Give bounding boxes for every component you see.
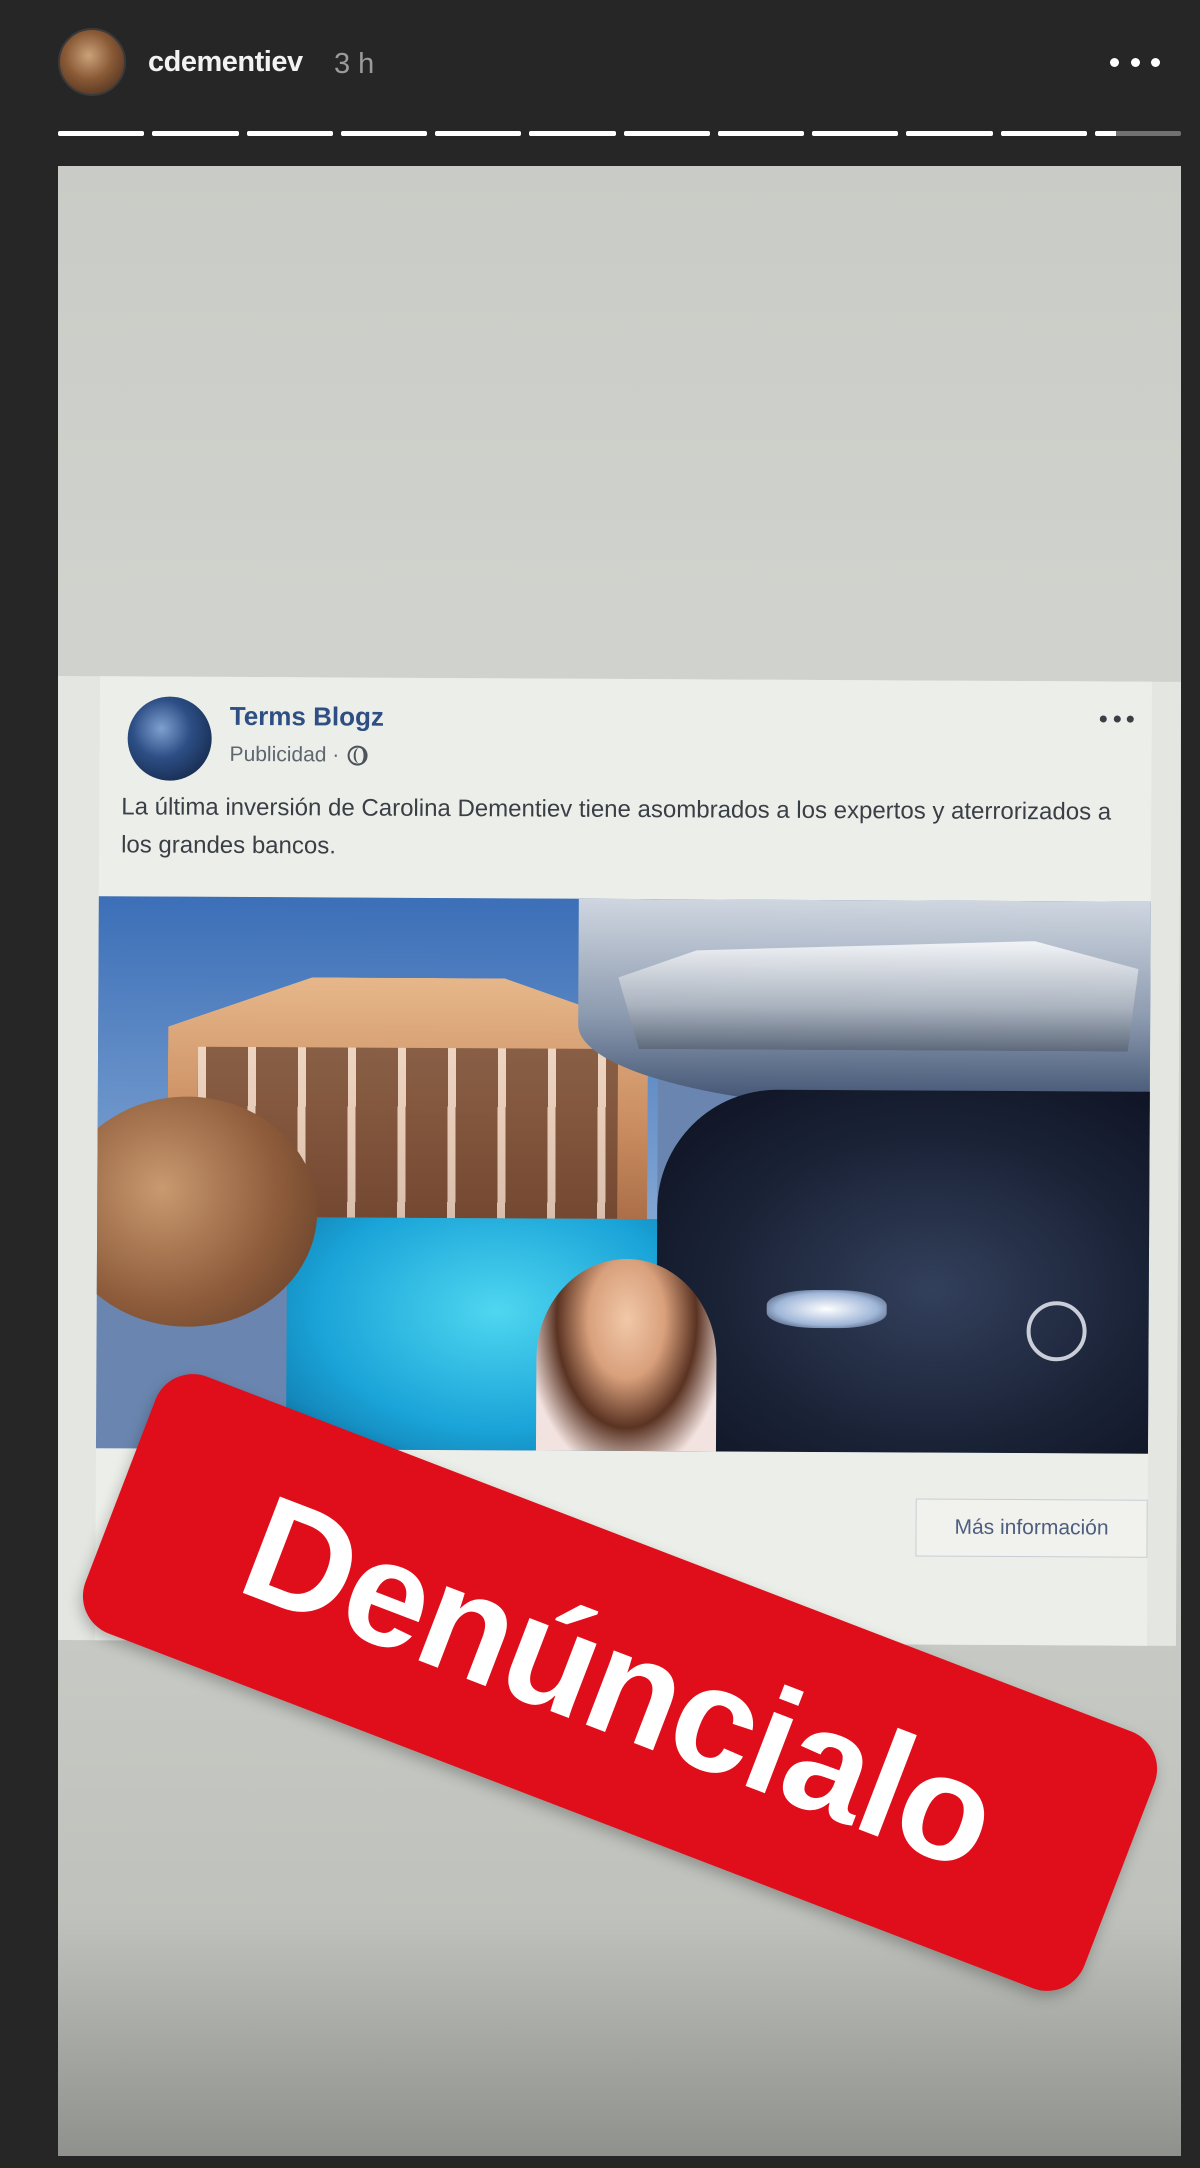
car-logo-icon — [1026, 1301, 1087, 1362]
post-text: La última inversión de Carolina Dementie… — [121, 793, 1112, 860]
progress-segment — [812, 131, 899, 136]
progress-fill — [623, 131, 710, 136]
story-progress-bar — [58, 131, 1181, 136]
progress-fill — [717, 131, 804, 136]
progress-fill — [340, 131, 427, 136]
progress-segment — [623, 131, 710, 136]
car-headlight — [766, 1289, 887, 1329]
progress-fill — [435, 131, 522, 136]
progress-fill — [906, 131, 993, 136]
woman-image — [535, 1258, 717, 1454]
progress-fill — [1000, 131, 1087, 136]
story-time: 3 h — [334, 48, 375, 80]
progress-segment — [152, 131, 239, 136]
progress-segment — [340, 131, 427, 136]
story-username[interactable]: cdementiev — [148, 46, 303, 79]
more-info-button: Más información — [915, 1498, 1148, 1558]
sponsored-label: Publicidad · — [230, 743, 368, 768]
more-options-icon[interactable] — [1110, 52, 1160, 72]
progress-segment — [906, 131, 993, 136]
progress-segment — [246, 131, 333, 136]
progress-fill — [246, 131, 333, 136]
globe-icon — [347, 745, 368, 766]
progress-segment — [717, 131, 804, 136]
post-more-icon — [1099, 715, 1134, 725]
progress-fill — [812, 131, 899, 136]
progress-fill — [529, 131, 616, 136]
sponsored-text: Publicidad · — [229, 742, 340, 767]
progress-fill — [152, 131, 239, 136]
progress-segment — [58, 131, 145, 136]
progress-segment — [435, 131, 522, 136]
progress-segment — [1000, 131, 1087, 136]
progress-fill — [58, 131, 145, 136]
progress-segment — [1094, 131, 1181, 136]
page-name: Terms Blogz — [229, 700, 384, 732]
progress-segment — [529, 131, 616, 136]
ad-image — [95, 896, 1151, 1454]
progress-fill — [1094, 131, 1117, 136]
page-avatar-icon — [127, 696, 212, 781]
user-avatar[interactable] — [58, 28, 126, 96]
yacht-image — [618, 939, 1139, 1052]
car-image — [655, 1089, 1151, 1454]
